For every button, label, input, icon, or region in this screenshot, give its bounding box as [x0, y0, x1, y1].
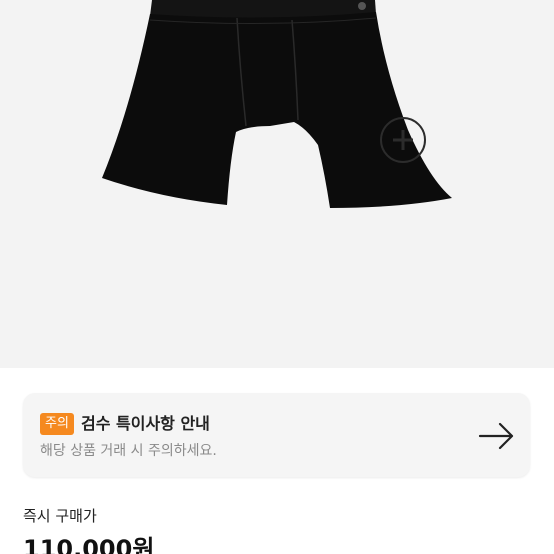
notice-title: 검수 특이사항 안내 — [81, 414, 210, 433]
boxer-briefs-image — [102, 0, 452, 208]
product-image[interactable] — [0, 0, 554, 368]
arrow-right-icon[interactable] — [478, 421, 516, 451]
caution-badge: 주의 — [40, 413, 74, 435]
notice-description: 해당 상품 거래 시 주의하세요. — [40, 443, 217, 459]
inspection-notice-card[interactable]: 주의 검수 특이사항 안내 해당 상품 거래 시 주의하세요. — [23, 393, 530, 477]
instant-buy-price-value: 110,000원 — [23, 535, 155, 554]
product-detail-page: 주의 검수 특이사항 안내 해당 상품 거래 시 주의하세요. 즉시 구매가 1… — [0, 0, 554, 554]
instant-buy-price-label: 즉시 구매가 — [23, 507, 97, 525]
